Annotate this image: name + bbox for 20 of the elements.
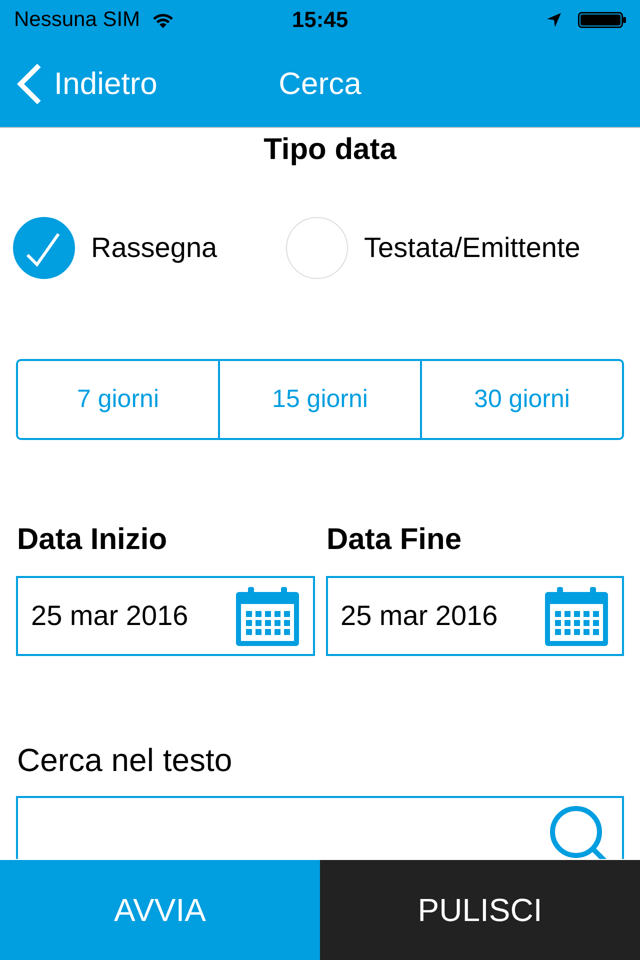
search-label: Cerca nel testo [17, 741, 232, 780]
date-label: Data Inizio [16, 522, 168, 558]
chevron-left-icon [16, 62, 42, 104]
carrier-text: Nessuna SIM [14, 7, 140, 33]
section-heading: Tipo data [262, 132, 396, 168]
battery-icon [578, 12, 626, 28]
date-field[interactable]: 25 mar 2016 [326, 576, 624, 656]
radio-label[interactable]: Testata/Emittente [364, 231, 580, 265]
search-icon[interactable] [550, 806, 608, 859]
date-field[interactable]: 25 mar 2016 [16, 576, 314, 656]
clock-time: 15:45 [292, 7, 348, 33]
checkmark-icon [26, 232, 60, 266]
wifi-icon [152, 12, 174, 28]
calendar-icon[interactable] [545, 586, 608, 646]
location-arrow-icon [547, 13, 561, 27]
date-label: Data Fine [326, 522, 462, 558]
calendar-icon[interactable] [236, 586, 298, 646]
action-button[interactable]: PULISCI [320, 860, 640, 960]
screen-title: Cerca [278, 64, 362, 102]
radio-label[interactable]: Rassegna [91, 231, 218, 265]
